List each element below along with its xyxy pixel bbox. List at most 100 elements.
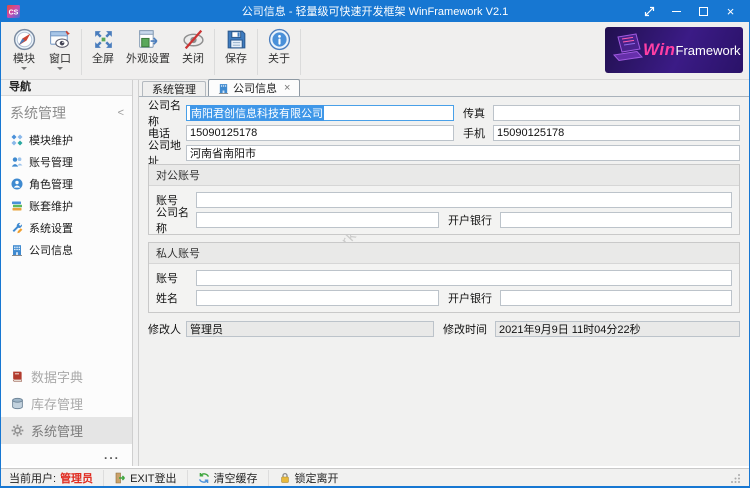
- tab-bar: 系统管理 公司信息 ×: [139, 80, 749, 97]
- logout-button[interactable]: EXIT登出: [103, 470, 186, 486]
- sidebar-item-system-settings[interactable]: 系统设置: [1, 217, 132, 239]
- clear-cache-label: 清空缓存: [214, 470, 258, 486]
- app-window: CS 公司信息 - 轻量级可快速开发框架 WinFramework V2.1 ×…: [0, 0, 750, 488]
- nav-group-title-label: 系统管理: [10, 103, 66, 123]
- sidebar-group-system-management[interactable]: 系统管理: [1, 417, 132, 444]
- collapse-icon[interactable]: <: [118, 107, 124, 119]
- tab-close-icon[interactable]: ×: [284, 82, 290, 94]
- minimize-icon: [672, 11, 681, 12]
- save-button[interactable]: 保存: [218, 25, 254, 79]
- private-account-input[interactable]: [196, 270, 732, 286]
- navigation-sidebar: 导航 系统管理 < 模块维护 账号管理: [1, 80, 133, 466]
- company-info-panel: CSFramework. COM 公司名称 南阳君创信息科技有限公司 传真 电话…: [139, 97, 749, 466]
- nav-group-title[interactable]: 系统管理 <: [1, 96, 132, 129]
- sidebar-item-company-info[interactable]: 公司信息: [1, 239, 132, 261]
- ribbon-toolbar: 模块 窗口 全屏: [1, 22, 749, 80]
- status-bar: 当前用户: 管理员 EXIT登出 清空缓存 锁定离开: [1, 468, 749, 486]
- corporate-bank-input[interactable]: [500, 212, 732, 228]
- window-controls: ×: [636, 2, 744, 20]
- current-user-label: 当前用户:: [9, 470, 56, 486]
- mobile-input[interactable]: [493, 125, 740, 141]
- sidebar-group-inventory[interactable]: 库存管理: [1, 390, 132, 417]
- tab-company-info[interactable]: 公司信息 ×: [208, 79, 300, 96]
- private-name-input[interactable]: [196, 290, 439, 306]
- chevron-down-icon: [57, 67, 63, 70]
- about-button[interactable]: 关于: [261, 25, 297, 79]
- corporate-company-label: 公司名称: [156, 204, 196, 236]
- window-eye-icon: [48, 27, 73, 52]
- content-area: 系统管理 公司信息 × CSFramework. COM 公司名称: [139, 80, 749, 466]
- ribbon-separator: [300, 29, 301, 75]
- close-view-button-label: 关闭: [182, 53, 204, 65]
- users-icon: [11, 156, 23, 168]
- close-button[interactable]: ×: [717, 2, 744, 20]
- maximize-icon: [699, 7, 708, 16]
- corporate-company-input[interactable]: [196, 212, 439, 228]
- sidebar-item-role-management[interactable]: 角色管理: [1, 173, 132, 195]
- tab-label: 公司信息: [233, 80, 277, 96]
- building-icon: [11, 244, 23, 256]
- logo-win-text: Win: [643, 40, 676, 60]
- close-view-button[interactable]: 关闭: [175, 25, 211, 79]
- lock-label: 锁定离开: [295, 470, 339, 486]
- fax-input[interactable]: [493, 105, 740, 121]
- private-bank-label: 开户银行: [448, 290, 500, 306]
- phone-input[interactable]: [186, 125, 454, 141]
- fullscreen-button[interactable]: 全屏: [85, 25, 121, 79]
- clear-cache-button[interactable]: 清空缓存: [187, 470, 268, 486]
- tab-label: 系统管理: [152, 81, 196, 97]
- gear-icon: [11, 424, 24, 437]
- address-input[interactable]: [186, 145, 740, 161]
- minimize-button[interactable]: [663, 2, 690, 20]
- ribbon-separator: [81, 29, 82, 75]
- company-name-input[interactable]: 南阳君创信息科技有限公司: [186, 105, 454, 121]
- maximize-button[interactable]: [690, 2, 717, 20]
- svg-text:CS: CS: [9, 9, 19, 16]
- corporate-account-input[interactable]: [196, 192, 732, 208]
- fullscreen-icon: [91, 27, 116, 52]
- fax-label: 传真: [463, 105, 493, 121]
- sidebar-item-module-maintenance[interactable]: 模块维护: [1, 129, 132, 151]
- sidebar-item-label: 模块维护: [29, 132, 73, 148]
- save-icon: [224, 27, 249, 52]
- module-icon: [11, 134, 23, 146]
- ledger-icon: [11, 200, 23, 212]
- sidebar-item-ledger-maintenance[interactable]: 账套维护: [1, 195, 132, 217]
- sidebar-item-label: 角色管理: [29, 176, 73, 192]
- sidebar-spacer: [1, 261, 132, 363]
- modified-time-label: 修改时间: [443, 321, 495, 337]
- private-name-label: 姓名: [156, 290, 196, 306]
- info-icon: [267, 27, 292, 52]
- appearance-button[interactable]: 外观设置: [121, 25, 175, 79]
- fullscreen-button-label: 全屏: [92, 53, 114, 65]
- sidebar-group-label: 系统管理: [31, 421, 83, 440]
- fullscreen-toggle-icon[interactable]: [636, 2, 663, 20]
- modules-button[interactable]: 模块: [6, 25, 42, 79]
- private-bank-input[interactable]: [500, 290, 732, 306]
- modules-button-label: 模块: [13, 53, 35, 65]
- resize-grip[interactable]: [731, 473, 741, 483]
- tab-system-management[interactable]: 系统管理: [142, 81, 206, 96]
- private-account-label: 账号: [156, 270, 196, 286]
- role-icon: [11, 178, 23, 190]
- closed-eye-icon: [181, 27, 206, 52]
- about-button-label: 关于: [268, 53, 290, 65]
- current-user-value: 管理员: [60, 470, 93, 486]
- window-button[interactable]: 窗口: [42, 25, 78, 79]
- sidebar-item-label: 账号管理: [29, 154, 73, 170]
- corporate-account-group-title: 对公账号: [149, 165, 739, 186]
- sidebar-item-account-management[interactable]: 账号管理: [1, 151, 132, 173]
- window-button-label: 窗口: [49, 53, 71, 65]
- sidebar-group-data-dictionary[interactable]: 数据字典: [1, 363, 132, 390]
- compass-icon: [12, 27, 37, 52]
- sidebar-group-label: 库存管理: [31, 394, 83, 413]
- lock-button[interactable]: 锁定离开: [268, 470, 349, 486]
- sidebar-item-label: 公司信息: [29, 242, 73, 258]
- wrench-icon: [11, 222, 23, 234]
- private-account-group: 私人账号 账号 姓名 开户银行: [148, 242, 740, 313]
- winframework-logo: WinFramework: [605, 27, 743, 73]
- sidebar-overflow-button[interactable]: ...: [1, 444, 132, 466]
- book-icon: [11, 370, 24, 383]
- laptop-icon: [609, 33, 643, 66]
- save-button-label: 保存: [225, 53, 247, 65]
